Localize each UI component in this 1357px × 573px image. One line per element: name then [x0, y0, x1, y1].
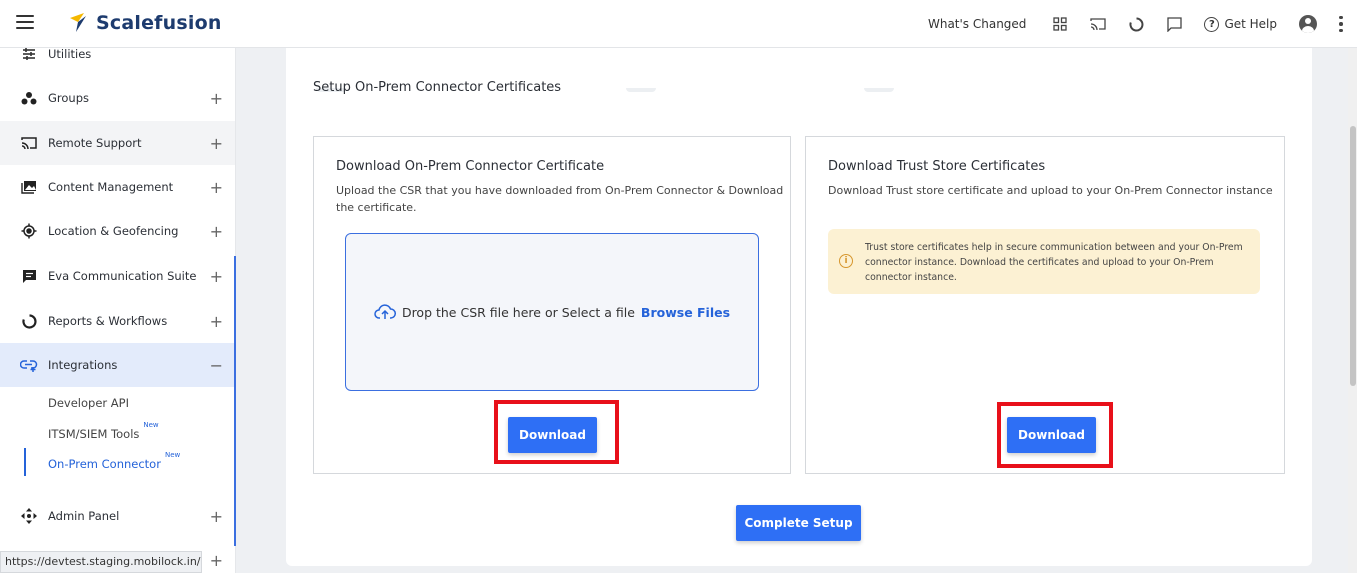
sidebar-item-remote-support[interactable]: Remote Support + [0, 121, 235, 165]
sidebar-subitem-itsm-siem-tools[interactable]: ITSM/SIEM ToolsNew [48, 421, 159, 441]
brand-name: Scalefusion [96, 12, 222, 34]
whats-changed-link[interactable]: What's Changed [928, 17, 1026, 31]
expand-icon[interactable]: + [210, 134, 223, 153]
sidebar-item-label: Eva Communication Suite [48, 269, 197, 283]
sidebar-item-label: Groups [48, 91, 90, 105]
sidebar-item-label: Content Management [48, 180, 174, 194]
location-target-icon [20, 222, 38, 240]
cast-icon[interactable] [1090, 16, 1107, 32]
help-icon: ? [1204, 16, 1220, 32]
scalefusion-logo-icon [68, 12, 88, 34]
expand-icon[interactable]: + [210, 312, 223, 331]
main-content-card: Setup On-Prem Connector Certificates Dow… [286, 48, 1312, 566]
collapse-icon[interactable]: − [210, 356, 223, 375]
get-help-button[interactable]: ? Get Help [1204, 16, 1277, 32]
info-text: Trust store certificates help in secure … [865, 242, 1243, 283]
brand-logo[interactable]: Scalefusion [68, 12, 222, 34]
expand-icon[interactable]: + [210, 551, 223, 570]
expand-icon[interactable]: + [210, 178, 223, 197]
sidebar-nav: Utilities Groups + Remote Support + Cont… [0, 47, 236, 573]
link-status-bar: https://devtest.staging.mobilock.in/# [0, 551, 202, 573]
info-icon: i [839, 254, 853, 268]
report-circle-icon [20, 312, 38, 330]
sidebar-item-label: Reports & Workflows [48, 314, 168, 328]
sidebar-item-admin-panel[interactable]: Admin Panel + [0, 494, 235, 538]
highlight-box [997, 402, 1113, 468]
chat-icon[interactable] [1166, 16, 1182, 32]
sidebar-item-label: Integrations [48, 358, 118, 372]
sidebar-subitem-developer-api[interactable]: Developer API [48, 396, 129, 410]
sidebar-item-location-geofencing[interactable]: Location & Geofencing + [0, 209, 235, 253]
apps-grid-icon[interactable] [1052, 16, 1068, 32]
image-icon [20, 178, 38, 196]
panel-title: Download On-Prem Connector Certificate [336, 159, 605, 174]
sidebar-item-label: Admin Panel [48, 509, 120, 523]
new-badge: New [164, 451, 181, 460]
integration-icon [20, 356, 38, 374]
scrollbar-thumb[interactable] [1350, 126, 1356, 386]
browse-files-link[interactable]: Browse Files [641, 305, 730, 320]
new-badge: New [143, 421, 159, 430]
more-vertical-icon[interactable] [1339, 15, 1343, 33]
sidebar-item-integrations[interactable]: Integrations − [0, 343, 235, 387]
csr-dropzone[interactable]: Drop the CSR file here or Select a file … [345, 233, 759, 391]
expand-icon[interactable]: + [210, 89, 223, 108]
panel-description: Download Trust store certificate and upl… [828, 184, 1273, 197]
active-indicator [24, 448, 26, 476]
step-indicator [626, 88, 656, 92]
info-alert: i Trust store certificates help in secur… [828, 229, 1260, 294]
message-icon [20, 267, 38, 285]
groups-icon [20, 89, 38, 107]
panel-title: Download Trust Store Certificates [828, 159, 1046, 174]
sidebar-item-label: Utilities [48, 47, 92, 61]
loading-circle-icon[interactable] [1128, 16, 1144, 32]
sidebar-item-content-management[interactable]: Content Management + [0, 165, 235, 209]
move-arrows-icon [20, 507, 38, 525]
sidebar-item-groups[interactable]: Groups + [0, 76, 235, 120]
sidebar-scroll-indicator [234, 256, 236, 546]
sidebar-item-reports-workflows[interactable]: Reports & Workflows + [0, 299, 235, 343]
expand-icon[interactable]: + [210, 267, 223, 286]
sidebar-item-label: Remote Support [48, 136, 142, 150]
cast-icon [20, 134, 38, 152]
expand-icon[interactable]: + [210, 222, 223, 241]
step-indicator [864, 88, 894, 92]
sidebar-item-eva-communication[interactable]: Eva Communication Suite + [0, 254, 235, 298]
get-help-label: Get Help [1224, 17, 1277, 31]
sidebar-subitem-on-prem-connector[interactable]: On-Prem ConnectorNew [48, 451, 180, 471]
expand-icon[interactable]: + [210, 507, 223, 526]
panel-description: Upload the CSR that you have downloaded … [336, 184, 784, 214]
cloud-upload-icon [374, 304, 396, 320]
top-header: Scalefusion What's Changed ? Get Help [0, 0, 1357, 48]
user-avatar-icon[interactable] [1299, 15, 1317, 33]
dropzone-text: Drop the CSR file here or Select a file [401, 304, 635, 320]
sidebar-item-label: Location & Geofencing [48, 224, 179, 238]
complete-setup-button[interactable]: Complete Setup [736, 505, 861, 541]
hamburger-menu-icon[interactable] [16, 15, 34, 29]
section-title: Setup On-Prem Connector Certificates [313, 80, 562, 95]
highlight-box [494, 400, 619, 464]
